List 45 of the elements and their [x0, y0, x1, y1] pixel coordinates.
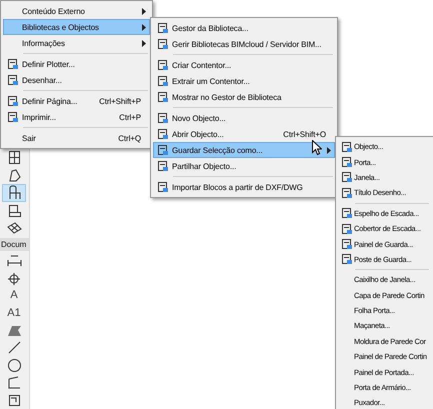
menu-item[interactable]: Partilhar Objecto... — [153, 158, 335, 174]
menu-item[interactable]: Guardar Selecção como... — [153, 142, 335, 158]
document-icon — [157, 59, 169, 71]
menu-item[interactable]: Desenhar... — [3, 72, 150, 88]
chair-icon[interactable] — [2, 184, 26, 202]
document-icon — [7, 111, 19, 123]
document-icon — [157, 181, 169, 193]
document-icon — [157, 22, 169, 34]
text-icon[interactable]: A — [2, 286, 26, 304]
menu-item[interactable]: Mostrar no Gestor de Biblioteca — [153, 89, 335, 105]
menu-item[interactable]: Importar Blocos a partir de DXF/DWG — [153, 179, 335, 195]
document-icon — [157, 128, 169, 140]
label-icon[interactable]: A1 — [2, 304, 26, 322]
menu-item[interactable]: Abrir Objecto... Ctrl+Shift+O — [153, 126, 335, 142]
document-icon — [340, 238, 352, 250]
menu-item[interactable]: Conteúdo Externo — [3, 3, 150, 19]
document-icon — [340, 253, 352, 266]
document-icon — [340, 156, 352, 168]
menu-item[interactable]: Bibliotecas e Objectos — [3, 19, 150, 35]
menu-item[interactable]: Gerir Bibliotecas BIMcloud / Servidor BIM... — [153, 36, 335, 52]
document-icon — [7, 95, 19, 107]
menu-item[interactable]: Sair Ctrl+Q — [3, 130, 150, 146]
menu-item[interactable]: Imprimir... Ctrl+P — [3, 109, 150, 125]
menu-item[interactable]: Extrair um Contentor... — [153, 73, 335, 89]
document-icon — [157, 112, 169, 124]
document-icon — [157, 91, 169, 103]
document-icon — [340, 186, 352, 199]
document-icon — [157, 144, 169, 156]
section-label: Docum — [0, 238, 29, 250]
menu-item[interactable]: Definir Plotter... — [3, 56, 150, 72]
document-icon — [340, 140, 352, 153]
menu-item[interactable]: Informações — [3, 35, 150, 51]
document-icon — [7, 74, 19, 86]
document-icon — [157, 160, 169, 172]
menu-item[interactable]: Gestor da Biblioteca... — [153, 20, 335, 36]
menu-item[interactable]: Novo Objecto... — [153, 110, 335, 126]
menu-item[interactable]: Definir Página... Ctrl+Shift+P — [3, 93, 150, 109]
document-icon — [157, 38, 169, 50]
menu-item[interactable]: Criar Contentor... — [153, 57, 335, 73]
document-icon — [340, 171, 352, 184]
cursor-icon — [312, 140, 322, 156]
document-icon — [7, 58, 19, 70]
document-icon — [340, 222, 352, 235]
document-icon — [340, 207, 352, 220]
document-icon — [157, 75, 169, 87]
